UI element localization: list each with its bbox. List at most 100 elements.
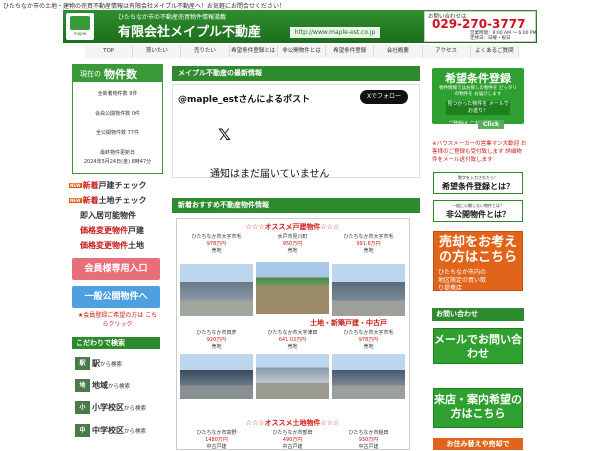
button-label: 非公開物件とは？ <box>446 210 510 219</box>
school-icon: 中 <box>75 424 90 437</box>
link-highlight: 新着 <box>82 181 99 190</box>
public-listings-button[interactable]: 一般公開物件へ <box>72 286 160 308</box>
nav-sell[interactable]: 売りたい <box>181 45 230 58</box>
registration-sub: 見つかった物件を メールでお送り！ <box>446 101 510 115</box>
nav-access[interactable]: アクセス <box>422 45 471 58</box>
search-label: 駅 <box>92 359 100 368</box>
company-logo[interactable]: maple <box>66 13 94 40</box>
link-highlight: 価格変更物件 <box>80 241 128 250</box>
land-banner: ☆☆☆オススメ土地物件☆☆☆ <box>245 419 340 427</box>
search-by-elementary[interactable]: 小小学校区から検索 <box>75 401 146 414</box>
member-register-note[interactable]: ★会員登録ご希望の方は こちらクリック <box>75 311 160 329</box>
property-status: 売地 <box>287 248 298 254</box>
property-price: 641.02万円 <box>278 337 307 343</box>
scrolling-text: 土地・新築戸建・中古戸 <box>310 319 387 327</box>
price-change-house-link[interactable]: 価格変更物件戸建 <box>80 225 144 236</box>
map-icon: 地 <box>75 379 90 392</box>
new-land-link[interactable]: NEW 新着土地チェック <box>69 195 147 206</box>
property-price: 490万円 <box>282 437 303 443</box>
property-address: ひたちなか市部田 <box>272 430 313 436</box>
nav-buy[interactable]: 買いたい <box>133 45 182 58</box>
button-label: 希望条件登録とは？ <box>442 182 514 191</box>
property-card[interactable]: ひたちなか市大字市毛 991.6万円 売地 <box>332 234 405 255</box>
property-photo[interactable] <box>256 354 329 399</box>
about-private-button[interactable]: 一般に公開しない物件とは？ 非公開物件とは？ <box>433 200 523 222</box>
property-address: ひたちなか市高野 <box>196 430 237 436</box>
property-photo[interactable] <box>256 262 329 314</box>
property-price: 978万円 <box>358 337 379 343</box>
property-card[interactable]: ひたちなか市大字市毛 978万円 売地 <box>180 234 253 255</box>
price-change-land-link[interactable]: 価格変更物件土地 <box>80 240 144 251</box>
new-house-link[interactable]: NEW 新着戸建チェック <box>69 180 147 191</box>
search-by-station[interactable]: 駅駅から検索 <box>75 357 122 370</box>
property-photo[interactable] <box>180 354 253 399</box>
link-text: 土地 <box>128 241 144 250</box>
search-by-area[interactable]: 地地域から検索 <box>75 379 130 392</box>
property-photo[interactable] <box>332 354 405 399</box>
property-card[interactable]: ひたちなか市部田 490万円 中古戸建 <box>256 430 329 451</box>
search-suffix: から検索 <box>108 384 131 390</box>
search-label: 中学校区 <box>92 426 124 435</box>
house-banner: ☆☆☆オススメ戸建物件☆☆☆ <box>245 223 340 231</box>
property-price: 930万円 <box>358 437 379 443</box>
property-card[interactable]: 水戸市見川町 950万円 売地 <box>256 234 329 255</box>
link-text: 土地チェック <box>98 196 147 205</box>
relocation-banner[interactable]: お住み替えや売却で <box>433 438 523 450</box>
timeline-title: @maple_estさんによるポスト <box>178 95 311 105</box>
company-name: 有限会社メイプル不動産 <box>118 25 262 40</box>
property-photo[interactable] <box>332 264 405 316</box>
search-suffix: から検索 <box>124 429 147 435</box>
nav-private-listings[interactable]: 非公開物件とは <box>277 45 327 58</box>
maker-welcome-note: ※ハウスメーカーの営業マン大歓迎 お客様のご登録も受付致します 詳細物件をメール… <box>432 141 527 163</box>
property-address: ひたちなか市大字津田 <box>267 330 318 336</box>
property-price: 920万円 <box>206 337 227 343</box>
registration-desc: 物件情報ではお探しの物件を ピッタリの物件を お届けします <box>439 86 517 97</box>
new-count: 全新着物件数 9件 <box>97 91 138 97</box>
updated-date: 2024年5月24日(金) 8時47分 <box>83 159 152 165</box>
about-registration-button[interactable]: 数字を入力されたら！ 希望条件登録とは？ <box>433 172 523 194</box>
property-card[interactable]: ひたちなか市田彦 920万円 売地 <box>180 330 253 351</box>
count-title: 物件数 <box>104 68 137 81</box>
property-photo[interactable] <box>180 264 253 316</box>
link-text: 戸建チェック <box>98 181 147 190</box>
new-badge: NEW <box>69 198 82 203</box>
property-price: 991.6万円 <box>356 241 381 247</box>
search-by-junior-high[interactable]: 中中学校区から検索 <box>75 424 146 437</box>
phone-number[interactable]: 029-270-3777 <box>432 17 525 31</box>
nav-company[interactable]: 会社概要 <box>374 45 423 58</box>
property-status: 売地 <box>363 248 374 254</box>
move-in-ready-link[interactable]: 即入居可能物件 <box>80 210 136 221</box>
property-card[interactable]: ひたちなか市大字津田 641.02万円 売地 <box>256 330 329 351</box>
mail-inquiry-button[interactable]: メールでお問い合わせ <box>433 328 523 364</box>
visit-request-button[interactable]: 来店・案内希望の方はこちら <box>433 388 523 428</box>
site-tagline: ひたちなか市の土地・建物の売買不動産情報は有限会社メイプル不動産へ！お気軽にお問… <box>3 3 286 10</box>
search-suffix: から検索 <box>100 362 123 368</box>
holiday-info: 定休日：日曜・祝日 <box>470 36 511 41</box>
link-text: 戸建 <box>128 226 144 235</box>
property-status: 売地 <box>287 344 298 350</box>
nav-faq[interactable]: よくあるご質問 <box>470 45 519 58</box>
property-address: ひたちなか市大字市毛 <box>343 330 394 336</box>
recommend-header: 新着おすすめ不動産物件情報 <box>172 198 420 213</box>
property-card[interactable]: ひたちなか市大字市毛 978万円 売地 <box>332 330 405 351</box>
nav-registration[interactable]: 希望条件登録 <box>326 45 375 58</box>
nav-top[interactable]: TOP <box>85 45 134 58</box>
search-label: 地域 <box>92 381 108 390</box>
property-card[interactable]: ひたちなか市稲田 930万円 中古戸建 <box>332 430 405 451</box>
inquiry-header: お問い合わせ <box>432 308 524 321</box>
updated-label: 最終物件更新日 <box>99 150 135 156</box>
member-entrance-button[interactable]: 会員様専用入口 <box>72 258 160 280</box>
site-url: http://www.maple-est.co.jp <box>290 27 380 38</box>
main-nav: TOP 買いたい 売りたい 希望条件登録とは 非公開物件とは 希望条件登録 会社… <box>85 45 519 58</box>
x-logo-icon: 𝕏 <box>218 125 231 144</box>
property-address: ひたちなか市田彦 <box>196 330 237 336</box>
nav-about-registration[interactable]: 希望条件登録とは <box>229 45 278 58</box>
property-card[interactable]: ひたちなか市高野 1480万円 中古戸建 <box>180 430 253 451</box>
search-suffix: から検索 <box>124 406 147 412</box>
property-price: 978万円 <box>206 241 227 247</box>
new-badge: NEW <box>69 183 82 188</box>
property-address: ひたちなか市大字市毛 <box>191 234 242 240</box>
timeline-message: 通知はまだ届いていません <box>210 169 330 180</box>
x-follow-button[interactable]: Xでフォロー <box>360 90 408 104</box>
click-button[interactable]: Click <box>478 120 504 129</box>
